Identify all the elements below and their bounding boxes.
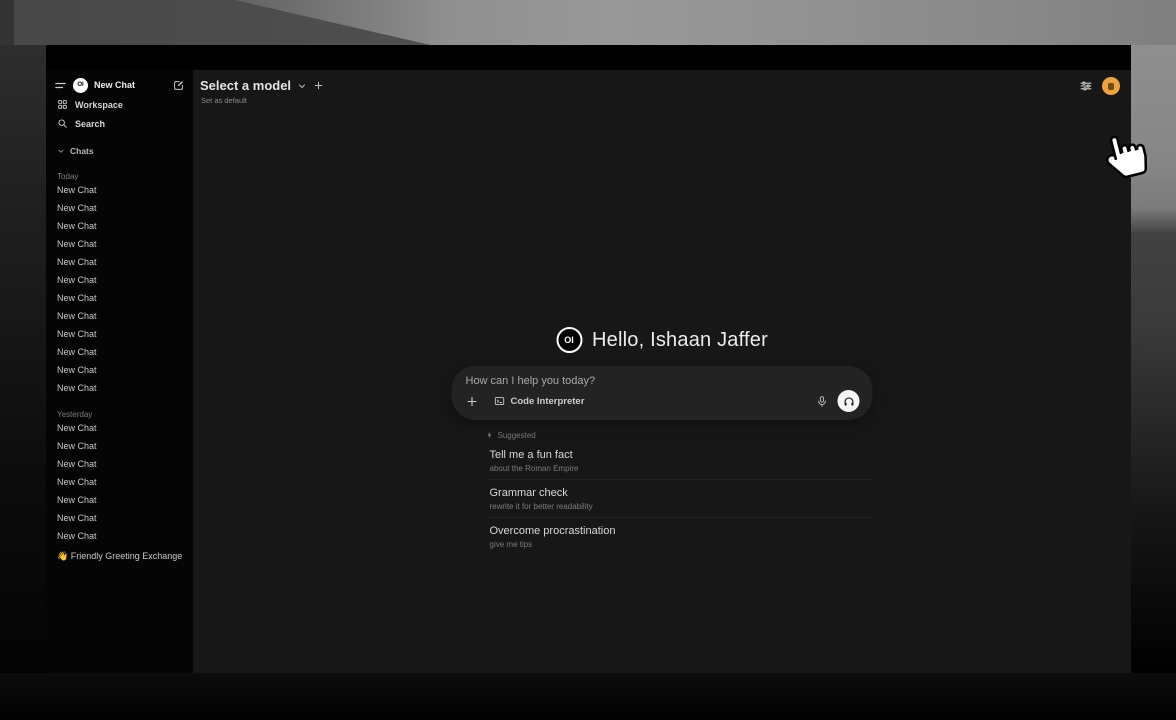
attach-plus-icon[interactable] [466,395,479,408]
desktop-wallpaper-right [1131,45,1176,673]
search-icon [57,118,68,129]
desktop-wallpaper-left [0,45,46,673]
suggestion-item[interactable]: Overcome procrastination give me tips [486,518,873,555]
chats-section-label: Chats [70,146,94,156]
chat-group-label: Today [54,165,185,181]
message-input[interactable] [466,375,860,387]
add-model-plus-icon[interactable] [313,80,324,91]
user-avatar[interactable] [1102,77,1120,95]
greeting-row: OI Hello, Ishaan Jaffer [452,327,873,353]
model-selector[interactable]: Select a model [200,78,324,93]
desktop-wallpaper-bottom [0,673,1176,720]
suggestion-item[interactable]: Grammar check rewrite it for better reada… [486,480,873,518]
header-controls [1079,77,1120,95]
chat-list-item[interactable]: New Chat [54,473,185,491]
chat-list-item[interactable]: New Chat [54,325,185,343]
new-chat-icon[interactable] [172,79,185,92]
sidebar-toggle-icon[interactable] [54,79,67,92]
message-composer[interactable]: Code Interpreter [452,366,873,420]
settings-sliders-icon[interactable] [1079,79,1093,93]
sidebar-item-label: Workspace [75,100,123,110]
suggestion-title: Tell me a fun fact [490,449,873,462]
chat-list-item[interactable]: New Chat [54,271,185,289]
chat-list-item[interactable]: New Chat [54,253,185,271]
chat-list-item[interactable]: New Chat [54,289,185,307]
chat-list-item[interactable]: New Chat [54,419,185,437]
suggested-header: Suggested [486,428,873,442]
chat-list-item[interactable]: New Chat [54,199,185,217]
suggested-list: Tell me a fun fact about the Roman Empire… [486,442,873,555]
welcome-block: OI Hello, Ishaan Jaffer [452,327,873,555]
code-interpreter-label: Code Interpreter [511,396,585,407]
sidebar-item-search[interactable]: Search [54,114,185,133]
suggestion-title: Overcome procrastination [490,525,873,538]
sidebar: OI New Chat Workspace [46,70,193,673]
chat-list-item[interactable]: New Chat [54,217,185,235]
sidebar-chats-section-toggle[interactable]: Chats [54,143,185,159]
microphone-icon[interactable] [816,395,829,408]
model-selector-label: Select a model [200,78,291,93]
app-window: OI New Chat Workspace [46,45,1131,673]
code-interpreter-icon [494,395,506,407]
chat-list-item[interactable]: New Chat [54,343,185,361]
suggestion-subtitle: rewrite it for better readability [490,502,873,511]
chat-list-item[interactable]: New Chat [54,361,185,379]
sidebar-item-workspace[interactable]: Workspace [54,95,185,114]
suggestion-subtitle: give me tips [490,540,873,549]
headphones-icon [842,395,855,408]
chat-list-item[interactable]: New Chat [54,437,185,455]
chat-list-item[interactable]: New Chat [54,527,185,545]
chevron-down-icon [297,81,307,91]
app-logo-icon: OI [73,78,88,93]
bolt-icon [486,431,494,439]
avatar-glyph [1108,83,1114,90]
voice-call-button[interactable] [838,390,860,412]
chat-list-item[interactable]: New Chat [54,509,185,527]
sidebar-item-label: Search [75,119,105,129]
greeting-text: Hello, Ishaan Jaffer [592,329,768,352]
window-titlebar [46,45,1131,70]
chat-list-item[interactable]: New Chat [54,455,185,473]
app-logo-icon: OI [556,327,582,353]
chat-list-item[interactable]: New Chat [54,235,185,253]
main-area: Select a model Set as default [193,70,1131,673]
chat-list-item-named[interactable]: 👋 Friendly Greeting Exchange [54,547,185,565]
set-as-default-link[interactable]: Set as default [201,96,247,105]
chevron-down-icon [57,147,65,155]
chat-group-label: Yesterday [54,403,185,419]
suggestion-item[interactable]: Tell me a fun fact about the Roman Empire [486,442,873,480]
sidebar-header: OI New Chat [54,75,185,95]
screen: OI New Chat Workspace [0,0,1176,720]
desktop-wallpaper-edge [0,0,14,45]
chat-list-item[interactable]: New Chat [54,379,185,397]
chat-list-item[interactable]: New Chat [54,181,185,199]
chat-list-item[interactable]: New Chat [54,307,185,325]
workspace-grid-icon [57,99,68,110]
suggestion-title: Grammar check [490,487,873,500]
suggested-label: Suggested [498,431,536,440]
chat-groups: TodayNew ChatNew ChatNew ChatNew ChatNew… [54,165,185,545]
composer-actions: Code Interpreter [466,390,860,412]
code-interpreter-button[interactable]: Code Interpreter [494,395,585,407]
sidebar-title: New Chat [94,80,166,90]
suggestion-subtitle: about the Roman Empire [490,464,873,473]
chat-list-item[interactable]: New Chat [54,491,185,509]
suggested-section: Suggested Tell me a fun fact about the Ro… [452,428,873,555]
